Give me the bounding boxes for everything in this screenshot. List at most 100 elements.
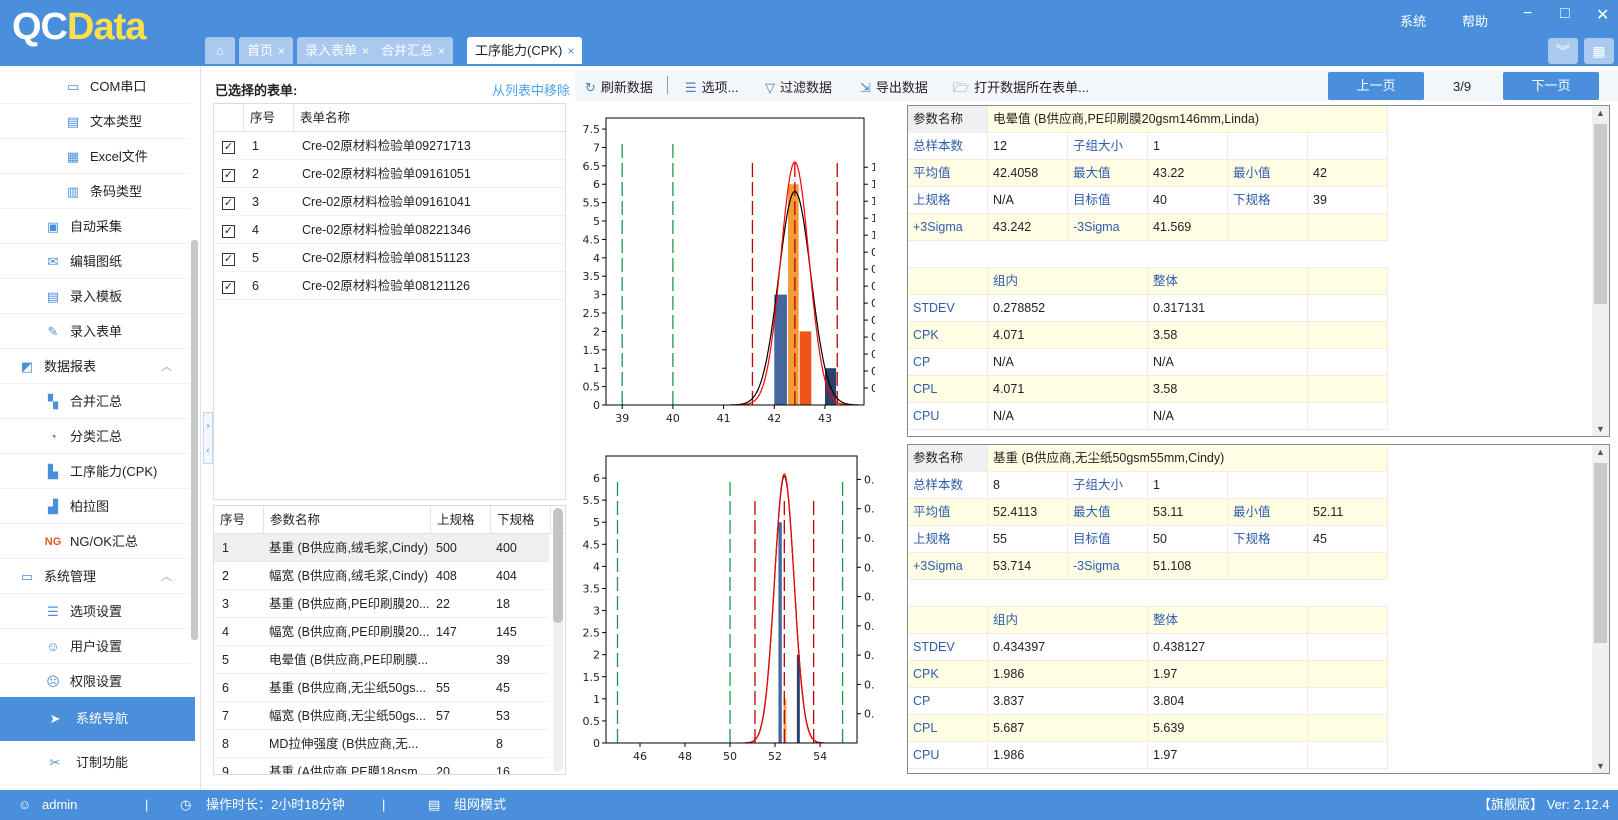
close-window-button[interactable]: ✕ (1596, 5, 1609, 25)
tab-home[interactable]: ⌂ (205, 37, 235, 64)
sidebar-item[interactable]: ▣ 自动采集 (0, 210, 190, 244)
minimize-button[interactable]: − (1523, 5, 1532, 23)
y2-tick-label: 0.9 (871, 246, 875, 259)
sidebar-item[interactable]: ☹ 权限设置 (0, 665, 190, 699)
scroll-up-icon[interactable]: ▲ (1592, 447, 1609, 457)
collapse-tabs-button[interactable]: ︾ (1548, 38, 1578, 64)
table-row[interactable]: 2 幅宽 (B供应商,绒毛浆,Cindy) 408 404 (214, 562, 549, 590)
prev-page-button[interactable]: 上一页 (1328, 72, 1424, 100)
menu-help[interactable]: 帮助 (1462, 11, 1488, 30)
column-header: 序号 (214, 506, 264, 533)
logo: QCData (12, 6, 146, 49)
export-data-button[interactable]: ⇲ 导出数据 (860, 77, 928, 96)
sidebar-item[interactable]: ▤ 录入模板 (0, 280, 190, 314)
table-row[interactable]: ✓ 2 Cre-02原材料检验单09161051 (214, 160, 565, 188)
sidebar-item[interactable]: ☺ 用户设置 (0, 630, 190, 664)
grid-menu-button[interactable]: ▦ (1584, 38, 1614, 64)
sidebar-scrollbar[interactable] (191, 240, 198, 640)
sidebar-item-label: 数据报表 (44, 359, 97, 374)
scroll-thumb[interactable] (1594, 124, 1607, 304)
table-row[interactable]: 8 MD拉伸强度 (B供应商,无... 8 (214, 730, 549, 758)
permission-icon: ☹ (46, 674, 60, 689)
tab-home-page[interactable]: 首页 × (239, 37, 294, 64)
table-row[interactable]: 7 幅宽 (B供应商,无尘纸50gs... 57 53 (214, 702, 549, 730)
histogram-icon: ▙ (48, 464, 58, 479)
sidebar-item-custom[interactable]: ✂ 订制功能 (0, 741, 190, 785)
remove-from-list-link[interactable]: 从列表中移除 (492, 80, 570, 99)
table-row[interactable]: 1 基重 (B供应商,绒毛浆,Cindy) 500 400 (214, 534, 549, 562)
table-row[interactable]: ✓ 1 Cre-02原材料检验单09271713 (214, 132, 565, 160)
sidebar-item[interactable]: ▚ 合并汇总 (0, 385, 190, 419)
close-icon[interactable]: × (362, 44, 369, 58)
row-checkbox[interactable]: ✓ (222, 225, 235, 238)
table-row[interactable]: 5 电晕值 (B供应商,PE印刷膜... 39 (214, 646, 549, 674)
row-number: 5 (222, 653, 229, 667)
scroll-up-icon[interactable]: ▲ (1592, 108, 1609, 118)
filter-data-button[interactable]: ▽ 过滤数据 (765, 77, 832, 96)
close-icon[interactable]: × (438, 44, 445, 58)
y-tick-label: 5 (593, 215, 600, 228)
histogram-bar (774, 294, 787, 405)
table-row[interactable]: 9 基重 (A供应商,PE膜18gsm... 20 16 (214, 758, 549, 774)
folder-open-icon: 🗁 (953, 80, 970, 95)
menu-system[interactable]: 系统 (1400, 11, 1426, 30)
sidebar-item[interactable]: ▙ 工序能力(CPK) (0, 455, 190, 489)
options-button[interactable]: ☰ 选项... (685, 77, 739, 96)
stats-row: 总样本数 12 子组大小 1 (908, 133, 1388, 160)
column-header: 上规格 (431, 506, 491, 533)
overall-value: N/A (1148, 403, 1308, 430)
sidebar-item[interactable]: ▭ 系统管理 ︿ (0, 560, 190, 594)
sidebar-item[interactable]: ✎ 录入表单 (0, 315, 190, 349)
table-row[interactable]: ✓ 5 Cre-02原材料检验单08151123 (214, 244, 565, 272)
sidebar-item[interactable]: NG NG/OK汇总 (0, 525, 190, 559)
sidebar-item[interactable]: ☰ 选项设置 (0, 595, 190, 629)
stats-scrollbar[interactable]: ▲ ▼ (1592, 445, 1609, 773)
table-row[interactable]: 6 基重 (B供应商,无尘纸50gs... 55 45 (214, 674, 549, 702)
stat-value: 50 (1148, 526, 1228, 553)
row-checkbox[interactable]: ✓ (222, 281, 235, 294)
row-checkbox[interactable]: ✓ (222, 253, 235, 266)
row-checkbox[interactable]: ✓ (222, 197, 235, 210)
sidebar-item[interactable]: ◔ 分类汇总 (0, 420, 190, 454)
sidebar-item-system-nav[interactable]: ➤ 系统导航 (0, 697, 195, 741)
sidebar-collapse-handle[interactable]: › ‹ (203, 412, 213, 464)
sidebar-item[interactable]: ▭ COM串口 (0, 70, 190, 104)
table-row[interactable]: ✓ 3 Cre-02原材料检验单09161041 (214, 188, 565, 216)
tab-merge-summary[interactable]: 合并汇总 × (373, 37, 454, 64)
capability-row: CPL 5.687 5.639 (908, 715, 1388, 742)
row-number: 3 (222, 597, 229, 611)
scroll-down-icon[interactable]: ▼ (1592, 761, 1609, 771)
sidebar-item[interactable]: ▤ 文本类型 (0, 105, 190, 139)
sidebar-item[interactable]: ▟ 柏拉图 (0, 490, 190, 524)
close-icon[interactable]: × (278, 44, 285, 58)
stats-row: 平均值 42.4058 最大值 43.22 最小值 42 (908, 160, 1388, 187)
x-tick-label: 48 (678, 750, 692, 763)
open-source-form-button[interactable]: 🗁 打开数据所在表单... (953, 77, 1089, 101)
spacer-row (908, 241, 1388, 268)
table-row[interactable]: 3 基重 (B供应商,PE印刷膜20... 22 18 (214, 590, 549, 618)
row-checkbox[interactable]: ✓ (222, 169, 235, 182)
close-icon[interactable]: × (567, 44, 574, 58)
stats-scrollbar[interactable]: ▲ ▼ (1592, 106, 1609, 436)
table-row[interactable]: 4 幅宽 (B供应商,PE印刷膜20... 147 145 (214, 618, 549, 646)
sidebar-item[interactable]: ▦ Excel文件 (0, 140, 190, 174)
row-number: 8 (222, 737, 229, 751)
sidebar-item[interactable]: ◩ 数据报表 ︿ (0, 350, 190, 384)
next-page-button[interactable]: 下一页 (1503, 72, 1599, 100)
scroll-thumb[interactable] (553, 508, 563, 623)
tab-entry-form[interactable]: 录入表单 × (297, 37, 378, 64)
table-row[interactable]: ✓ 6 Cre-02原材料检验单08121126 (214, 272, 565, 300)
row-number: 5 (252, 251, 259, 265)
overall-value: 5.639 (1148, 715, 1308, 742)
sidebar-item[interactable]: ▥ 条码类型 (0, 175, 190, 209)
tab-cpk[interactable]: 工序能力(CPK) × (467, 37, 583, 64)
row-checkbox[interactable]: ✓ (222, 141, 235, 154)
scroll-thumb[interactable] (1594, 463, 1607, 643)
maximize-button[interactable]: □ (1560, 5, 1570, 23)
table-row[interactable]: ✓ 4 Cre-02原材料检验单08221346 (214, 216, 565, 244)
params-scrollbar[interactable] (553, 508, 563, 772)
refresh-data-button[interactable]: ↻ 刷新数据 (585, 77, 653, 96)
sidebar-item[interactable]: ✉ 编辑图纸 (0, 245, 190, 279)
scroll-down-icon[interactable]: ▼ (1592, 424, 1609, 434)
form-name: Cre-02原材料检验单09161041 (302, 195, 471, 209)
